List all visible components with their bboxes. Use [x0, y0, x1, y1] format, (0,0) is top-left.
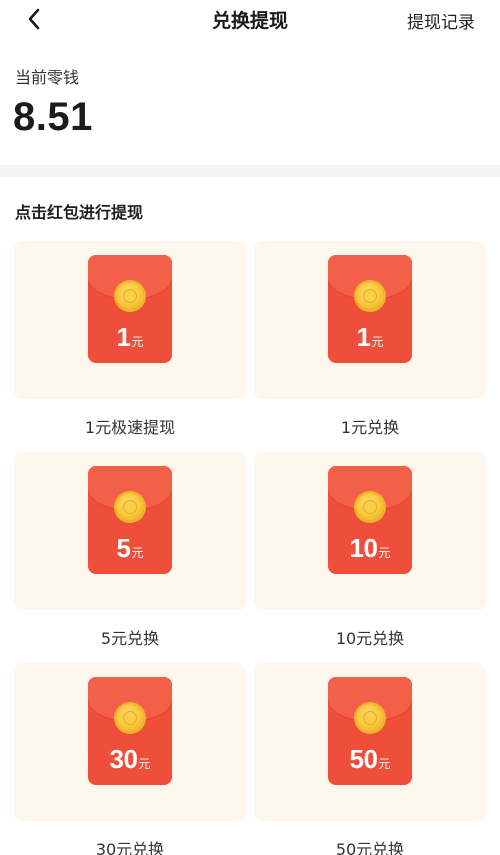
balance-label: 当前零钱	[15, 68, 80, 87]
envelope-amount: 10元	[328, 533, 412, 564]
amount-unit: 元	[371, 335, 384, 349]
envelope-amount: 50元	[328, 744, 412, 775]
option-card[interactable]: 1元	[254, 241, 486, 399]
withdraw-option[interactable]: 1元 1元兑换	[254, 241, 486, 452]
withdraw-option[interactable]: 5元 5元兑换	[14, 452, 246, 663]
amount-number: 1	[356, 322, 371, 352]
option-card[interactable]: 10元	[254, 452, 486, 610]
coin-icon	[116, 704, 144, 732]
navigation-bar: 兑换提现 提现记录	[0, 0, 500, 38]
withdraw-option[interactable]: 10元 10元兑换	[254, 452, 486, 663]
amount-number: 30	[109, 744, 138, 774]
envelope-amount: 5元	[88, 533, 172, 564]
option-card[interactable]: 30元	[14, 663, 246, 821]
option-label[interactable]: 30元兑换	[14, 836, 246, 855]
red-envelope-icon[interactable]: 1元	[328, 255, 412, 363]
envelope-amount: 30元	[88, 744, 172, 775]
amount-unit: 元	[138, 757, 151, 771]
amount-number: 5	[116, 533, 131, 563]
amount-unit: 元	[378, 546, 391, 560]
red-envelope-icon[interactable]: 1元	[88, 255, 172, 363]
withdraw-option[interactable]: 50元 50元兑换	[254, 663, 486, 855]
coin-icon	[356, 493, 384, 521]
option-card[interactable]: 1元	[14, 241, 246, 399]
coin-icon	[116, 282, 144, 310]
withdraw-options-grid: 1元 1元极速提现 1元 1元兑换 5元 5元兑换 10元 10元兑换 30元 …	[14, 241, 486, 855]
option-label[interactable]: 1元极速提现	[14, 414, 246, 438]
coin-icon	[356, 704, 384, 732]
red-envelope-icon[interactable]: 50元	[328, 677, 412, 785]
coin-icon	[356, 282, 384, 310]
amount-number: 10	[349, 533, 378, 563]
section-divider	[0, 165, 500, 177]
envelope-amount: 1元	[328, 322, 412, 353]
amount-number: 50	[349, 744, 378, 774]
section-title: 点击红包进行提现	[15, 203, 144, 222]
balance-value: 8.51	[13, 95, 93, 139]
coin-icon	[116, 493, 144, 521]
withdraw-option[interactable]: 1元 1元极速提现	[14, 241, 246, 452]
option-label[interactable]: 1元兑换	[254, 414, 486, 438]
app-screen: 兑换提现 提现记录 当前零钱 8.51 点击红包进行提现 1元 1元极速提现 1…	[0, 0, 500, 855]
option-card[interactable]: 50元	[254, 663, 486, 821]
red-envelope-icon[interactable]: 10元	[328, 466, 412, 574]
amount-unit: 元	[131, 335, 144, 349]
option-label[interactable]: 10元兑换	[254, 625, 486, 649]
option-label[interactable]: 50元兑换	[254, 836, 486, 855]
red-envelope-icon[interactable]: 5元	[88, 466, 172, 574]
amount-number: 1	[116, 322, 131, 352]
amount-unit: 元	[131, 546, 144, 560]
option-label[interactable]: 5元兑换	[14, 625, 246, 649]
amount-unit: 元	[378, 757, 391, 771]
withdraw-history-link[interactable]: 提现记录	[407, 8, 475, 33]
option-card[interactable]: 5元	[14, 452, 246, 610]
red-envelope-icon[interactable]: 30元	[88, 677, 172, 785]
envelope-amount: 1元	[88, 322, 172, 353]
withdraw-option[interactable]: 30元 30元兑换	[14, 663, 246, 855]
